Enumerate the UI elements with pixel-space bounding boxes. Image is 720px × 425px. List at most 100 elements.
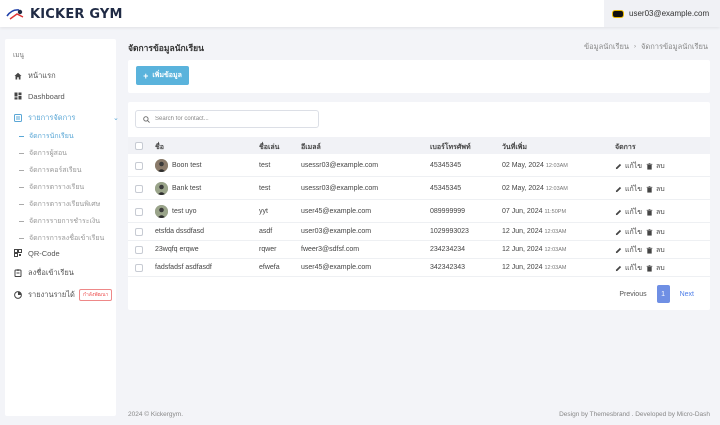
edit-button[interactable]: แก้ไข [615,263,642,274]
avatar [155,159,168,172]
column-header-actions: จัดการ [615,144,636,151]
sidebar-item-qrcode[interactable]: QR-Code [13,247,60,259]
column-header-email[interactable]: อีเมลล์ [301,142,321,153]
trash-icon [646,247,653,254]
edit-button[interactable]: แก้ไข [615,227,642,238]
sidebar-subitem-checkin[interactable]: จัดการการลงชื่อเข้าเรียน [19,233,104,243]
cell-name: 23wqfq erqwe [155,246,199,253]
delete-button[interactable]: ลบ [646,245,665,256]
next-page-button[interactable]: Next [674,285,700,303]
select-all-checkbox[interactable] [135,142,143,150]
brand-logo[interactable]: KICKER GYM [6,5,123,23]
previous-page-button[interactable]: Previous [613,285,652,303]
cell-email: user03@example.com [301,228,372,235]
cell-date-time: 12:03AM [544,247,567,253]
column-header-date[interactable]: วันที่เพิ่ม [502,142,527,153]
cell-date-day: 12 Jun, 2024 [502,264,543,271]
cell-name: fadsfadsf asdfasdf [155,264,212,271]
list-icon [13,114,22,123]
sidebar-subitem-schedule[interactable]: จัดการตารางเรียน [19,182,84,192]
sidebar-item-manage[interactable]: รายการจัดการ ⌄ [13,112,119,124]
cell-date-day: 12 Jun, 2024 [502,246,543,253]
column-header-phone[interactable]: เบอร์โทรศัพท์ [430,142,471,153]
cell-date: 07 Jun, 2024 11:50PM [502,208,566,215]
page-title: จัดการข้อมูลนักเรียน [128,43,204,53]
status-badge: กำลังพัฒนา [78,289,113,301]
trash-icon [646,185,653,193]
cell-email: user45@example.com [301,264,372,271]
cell-email: user45@example.com [301,207,372,215]
cell-date-day: 02 May, 2024 [502,161,544,169]
cell-nickname: efwefa [259,264,280,271]
cell-date-time: 12:03AM [544,265,567,271]
trash-icon [646,208,653,216]
sidebar-subitem-special-schedule[interactable]: จัดการตารางเรียนพิเศษ [19,199,100,209]
cell-date: 12 Jun, 2024 12:03AM [502,246,566,253]
avatar [155,182,168,195]
sidebar-subitem-payments[interactable]: จัดการรายการชำระเงิน [19,216,100,226]
cell-phone: 45345345 [430,184,462,192]
cell-date-day: 12 Jun, 2024 [502,228,543,235]
table-row: etsfda dssdfasd asdf user03@example.com 102… [128,223,710,241]
chevron-down-icon: ⌄ [113,115,119,122]
user-menu[interactable]: user03@example.com [604,0,720,27]
cell-date: 02 May, 2024 12:03AM [502,162,568,169]
cell-date: 12 Jun, 2024 12:03AM [502,228,566,235]
sidebar-item-label: ลงชื่อเข้าเรียน [28,268,74,277]
sidebar-item-home[interactable]: หน้าแรก [13,70,56,82]
sidebar-item-label: หน้าแรก [28,71,56,80]
sidebar-subitem-students[interactable]: จัดการนักเรียน [19,131,74,141]
table-row: Bank test test usessr03@example.com 4534534… [128,177,710,200]
delete-button[interactable]: ลบ [646,263,665,274]
column-header-name[interactable]: ชื่อ [155,142,164,153]
row-checkbox[interactable] [135,184,143,193]
row-checkbox[interactable] [135,246,143,254]
breadcrumb-item[interactable]: ข้อมูลนักเรียน [584,41,629,53]
row-checkbox[interactable] [135,264,143,272]
page-number-button[interactable]: 1 [656,285,670,303]
delete-button[interactable]: ลบ [646,207,665,218]
footer-copyright: 2024 © Kickergym. [128,411,184,418]
edit-button[interactable]: แก้ไข [615,161,642,172]
cell-date-time: 11:50PM [544,208,567,215]
edit-button[interactable]: แก้ไข [615,207,642,218]
students-table-card: ชื่อ ชื่อเล่น อีเมลล์ เบอร์โทรศัพท์ วันท… [128,102,710,310]
column-header-nickname[interactable]: ชื่อเล่น [259,142,279,153]
footer-credits: Design by Themesbrand . Developed by Mic… [559,411,710,418]
report-icon [13,291,22,300]
search-box[interactable] [135,110,319,128]
trash-icon [646,162,653,170]
chevron-right-icon: › [634,44,636,50]
cell-date-day: 02 May, 2024 [502,184,544,192]
pagination: Previous 1 Next [613,285,700,303]
delete-button[interactable]: ลบ [646,227,665,238]
sidebar-item-checkin[interactable]: ลงชื่อเข้าเรียน [13,267,74,279]
dashboard-icon [13,92,22,101]
delete-button[interactable]: ลบ [646,184,665,195]
delete-button[interactable]: ลบ [646,161,665,172]
trash-icon [646,265,653,272]
row-checkbox[interactable] [135,228,143,236]
cell-phone: 45345345 [430,161,462,169]
cell-phone: 089999999 [430,207,466,215]
pencil-icon [615,186,622,192]
cell-date-day: 07 Jun, 2024 [502,207,543,215]
sidebar-item-report[interactable]: รายงานรายได้ กำลังพัฒนา [13,289,113,301]
cell-date-time: 12:03AM [545,162,568,169]
edit-button[interactable]: แก้ไข [615,245,642,256]
cell-date-time: 12:03AM [545,185,568,192]
cell-date: 12 Jun, 2024 12:03AM [502,264,566,271]
table-header: ชื่อ ชื่อเล่น อีเมลล์ เบอร์โทรศัพท์ วันท… [128,137,710,154]
home-icon [13,72,22,81]
pencil-icon [615,265,622,272]
sidebar-subitem-courses[interactable]: จัดการคอร์สเรียน [19,165,82,175]
row-checkbox[interactable] [135,207,143,216]
table-row: 23wqfq erqwe rqwer fweer3@sdfsf.com 2342342… [128,241,710,259]
action-card: + เพิ่มข้อมูล [128,60,710,93]
add-data-button[interactable]: + เพิ่มข้อมูล [136,66,189,85]
search-input[interactable] [155,116,315,122]
edit-button[interactable]: แก้ไข [615,184,642,195]
sidebar-item-dashboard[interactable]: Dashboard [13,90,65,102]
row-checkbox[interactable] [135,161,143,170]
sidebar-subitem-teachers[interactable]: จัดการผู้สอน [19,148,67,158]
